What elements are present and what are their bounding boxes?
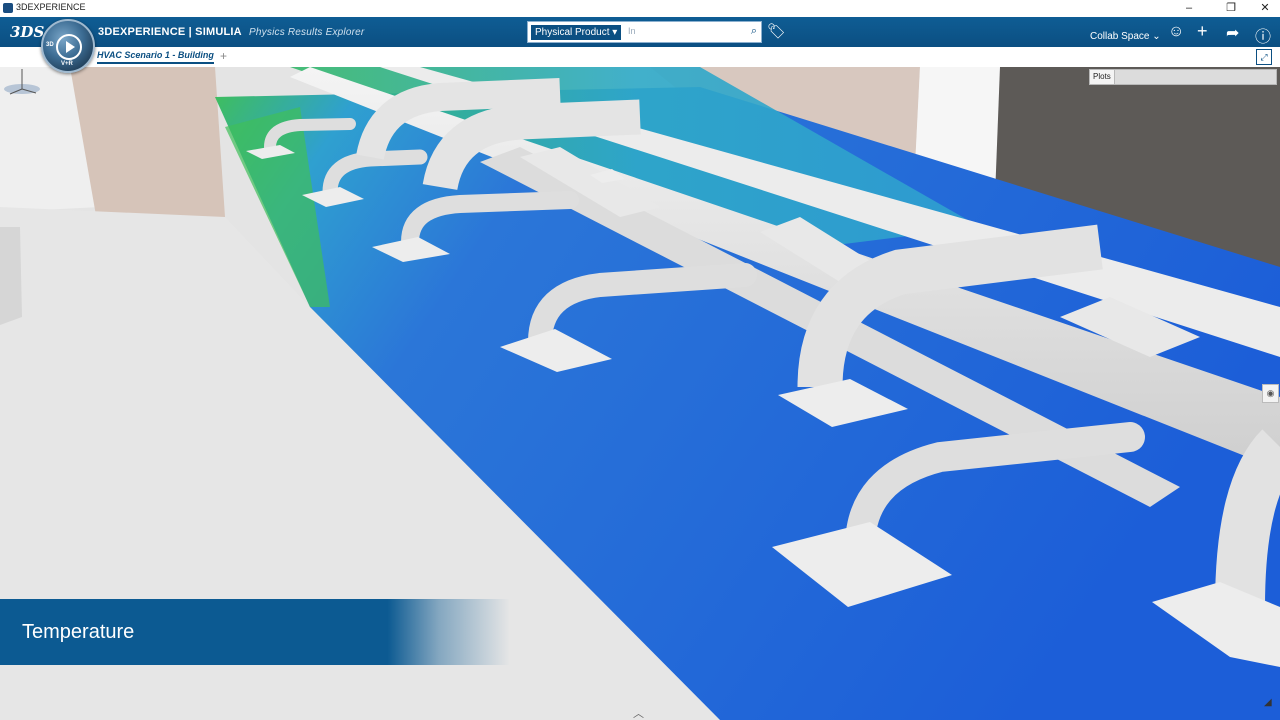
app-name: Physics Results Explorer — [249, 27, 365, 38]
share-icon[interactable]: ➦ — [1226, 23, 1239, 43]
search-bar[interactable]: Physical Product ▾ In ⌕ — [527, 21, 762, 43]
help-icon[interactable]: ⓘ — [1255, 23, 1271, 47]
window-title-bar: 3DEXPERIENCE – ❐ ✕ — [0, 0, 1280, 18]
axis-triad-icon[interactable] — [0, 67, 44, 97]
compass-label-vr: V+R — [61, 61, 73, 67]
fullscreen-icon[interactable]: ⤢ — [1256, 49, 1272, 65]
play-icon[interactable] — [56, 34, 82, 60]
add-icon[interactable]: + — [1197, 21, 1208, 42]
tab-bar: HVAC Scenario 1 - Building + ⤢ — [0, 47, 1280, 68]
user-icon[interactable]: ☺ — [1168, 23, 1184, 41]
chevron-down-icon: ⌄ — [1152, 31, 1161, 42]
plots-label: Plots — [1090, 70, 1115, 84]
compass-label-3d: 3D — [46, 42, 54, 48]
search-scope-dropdown[interactable]: Physical Product ▾ — [530, 24, 623, 41]
camera-icon[interactable]: ◉ — [1262, 384, 1279, 403]
plots-panel[interactable]: Plots — [1089, 69, 1277, 85]
app-header: 3DS 3DEXPERIENCE | SIMULIA Physics Resul… — [0, 17, 1280, 47]
3d-viewport[interactable]: Plots ◉ Temperature ◢ ︿ — [0, 67, 1280, 720]
3ds-logo: 3DS — [10, 23, 45, 41]
add-tab-button[interactable]: + — [220, 49, 227, 63]
brand-title: 3DEXPERIENCE | SIMULIA Physics Results E… — [98, 26, 364, 38]
search-scope-label: Physical Product — [535, 27, 610, 38]
search-input[interactable]: In — [628, 26, 636, 36]
restore-button[interactable]: ❐ — [1214, 0, 1248, 17]
collab-space-label: Collab Space — [1090, 31, 1150, 42]
collab-space-dropdown[interactable]: Collab Space ⌄ — [1090, 31, 1161, 42]
search-icon[interactable]: ⌕ — [751, 25, 757, 38]
chevron-up-icon[interactable]: ︿ — [633, 705, 644, 720]
window-title: 3DEXPERIENCE — [16, 2, 86, 12]
tag-icon[interactable]: 🏷︎ — [767, 22, 786, 40]
resize-grip-icon[interactable]: ◢ — [1264, 697, 1272, 708]
result-banner: Temperature — [0, 599, 510, 665]
result-title: Temperature — [22, 621, 135, 643]
tab-hvac-scenario[interactable]: HVAC Scenario 1 - Building — [97, 50, 214, 64]
compass-widget[interactable]: 3D V+R — [41, 19, 95, 73]
close-button[interactable]: ✕ — [1248, 0, 1280, 17]
minimize-button[interactable]: – — [1172, 0, 1206, 17]
app-icon — [3, 3, 13, 13]
chevron-down-icon: ▾ — [612, 27, 618, 38]
brand-name: 3DEXPERIENCE | SIMULIA — [98, 26, 242, 38]
